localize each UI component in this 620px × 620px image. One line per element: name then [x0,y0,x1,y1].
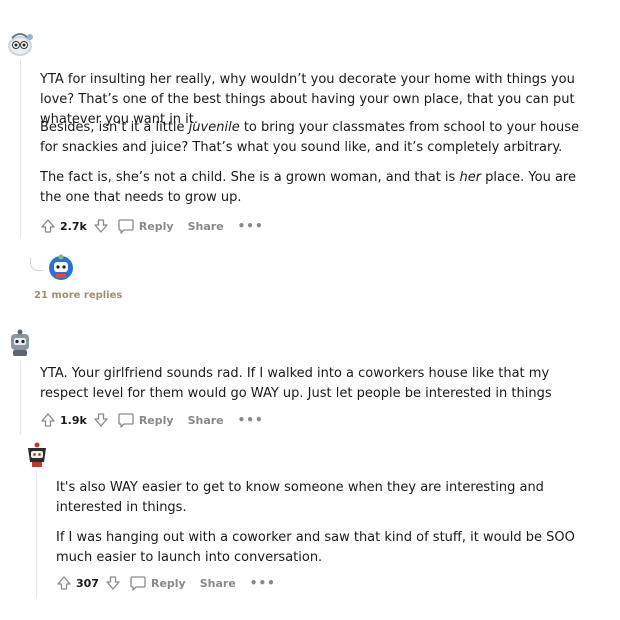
comment-3-paragraph-1: It's also WAY easier to get to know some… [56,480,544,515]
more-options-button[interactable]: ••• [250,576,276,590]
vote-count: 307 [76,576,99,590]
comment-2-paragraph-1: YTA. Your girlfriend sounds rad. If I wa… [40,366,552,401]
downvote-icon[interactable] [105,575,121,591]
downvote-icon[interactable] [93,412,109,428]
more-options-button[interactable]: ••• [238,413,264,427]
share-button[interactable]: Share [188,220,224,233]
vote-count: 1.9k [60,413,87,427]
thread-line[interactable] [36,470,37,598]
upvote-icon[interactable] [40,218,56,234]
avatar[interactable] [4,28,36,60]
thread-line[interactable] [20,56,21,238]
upvote-icon[interactable] [56,575,72,591]
comment-1-paragraph-3: The fact is, she’s not a child. She is a… [40,170,576,205]
reply-button[interactable]: Reply [117,217,174,235]
downvote-icon[interactable] [93,218,109,234]
comment-1-paragraph-2: Besides, isn’t it a little juvenile to b… [40,120,580,155]
more-replies-link[interactable]: 21 more replies [34,290,122,301]
collapsed-thread-connector [30,258,43,271]
reply-button[interactable]: Reply [117,411,174,429]
avatar[interactable] [46,252,76,282]
avatar[interactable] [22,440,52,470]
comment-bubble-icon [118,219,134,234]
comment-bubble-icon [130,576,146,591]
reply-label: Reply [150,576,186,590]
thread-line[interactable] [20,360,21,435]
reply-label: Reply [138,219,174,233]
comment-3-actions: 307 Reply Share ••• [56,573,276,593]
comment-bubble-icon [118,413,134,428]
comment-3-paragraph-2: If I was hanging out with a coworker and… [56,530,575,565]
avatar[interactable] [4,326,36,358]
reply-label: Reply [138,413,174,427]
more-options-button[interactable]: ••• [238,219,264,233]
vote-count: 2.7k [60,219,87,233]
upvote-icon[interactable] [40,412,56,428]
comment-2-actions: 1.9k Reply Share ••• [40,410,264,430]
share-button[interactable]: Share [188,414,224,427]
reply-button[interactable]: Reply [129,574,186,592]
share-button[interactable]: Share [200,577,236,590]
user-avatar-icon [4,28,36,60]
user-avatar-icon [4,326,36,358]
user-avatar-icon [46,252,76,282]
user-avatar-icon [22,440,52,470]
comment-1-actions: 2.7k Reply Share ••• [40,216,264,236]
